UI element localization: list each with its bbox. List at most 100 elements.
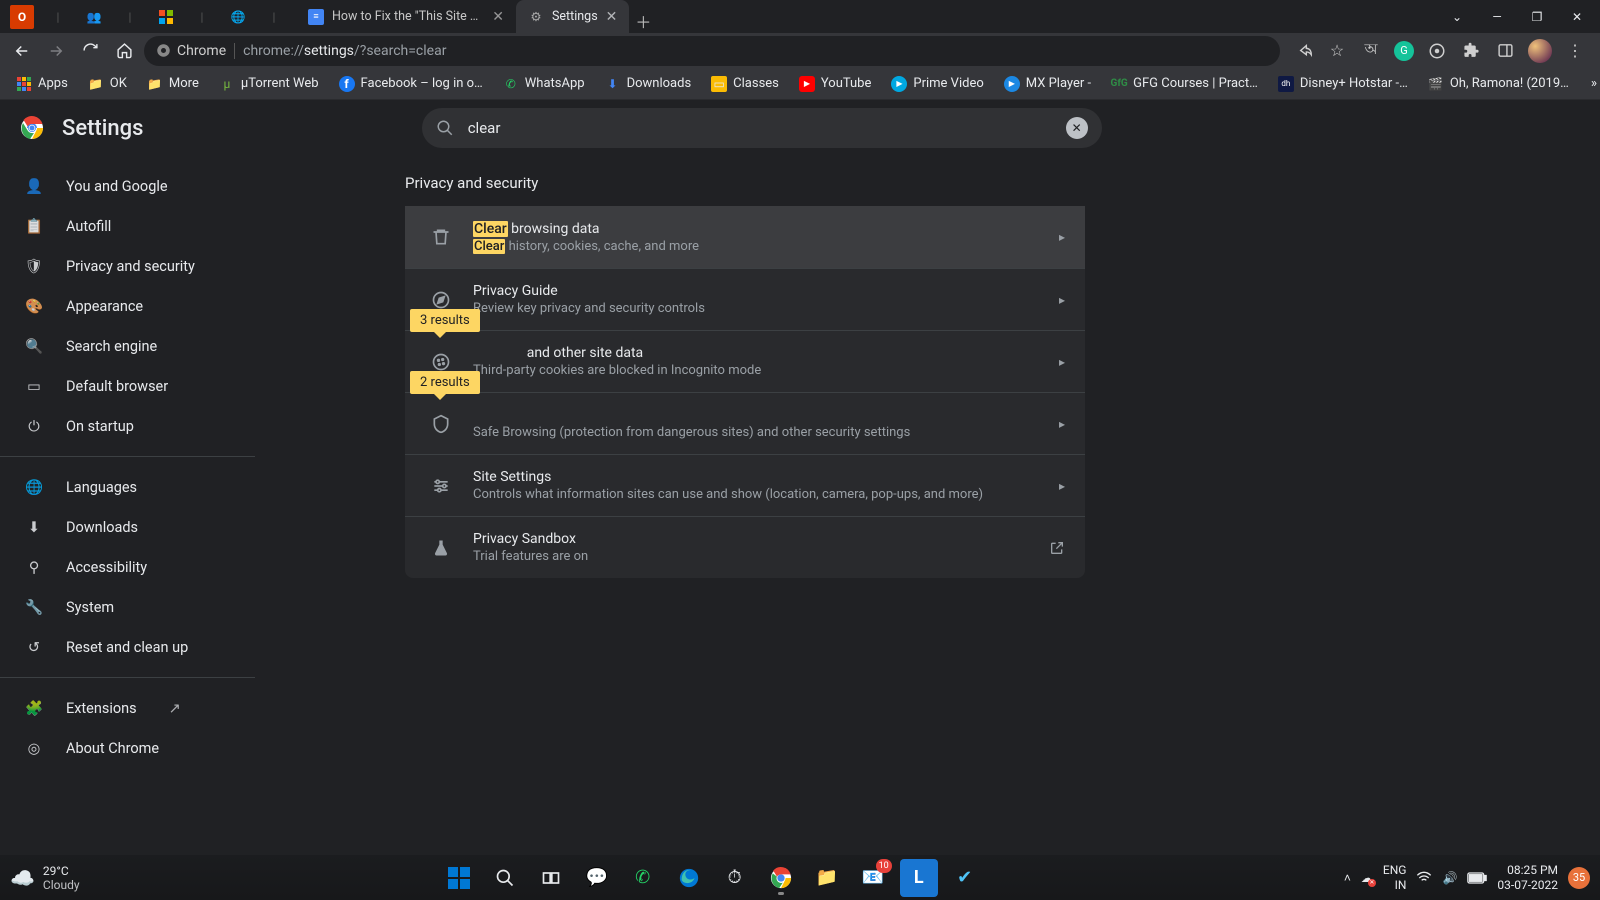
sidebar-item-autofill[interactable]: 📋Autofill (0, 206, 255, 246)
sidebar-item-search-engine[interactable]: 🔍Search engine (0, 326, 255, 366)
bookmark-facebook[interactable]: fFacebook – log in o… (331, 70, 491, 98)
bookmark-classes[interactable]: ▭Classes (703, 70, 787, 98)
share-icon[interactable] (1292, 40, 1314, 62)
tab-docs[interactable]: ≡ How to Fix the "This Site Can't Be ✕ (296, 0, 516, 33)
bookmark-oh-ramona[interactable]: 🎬Oh, Ramona! (2019… (1420, 70, 1577, 98)
todo-icon[interactable]: ✔ (946, 859, 984, 897)
tab-label: Settings (552, 9, 598, 24)
extension-icon[interactable] (1426, 40, 1448, 62)
menu-dots-icon[interactable]: ⋮ (1564, 40, 1586, 62)
app-l-icon[interactable]: L (900, 859, 938, 897)
opera-icon[interactable]: ⏱ (716, 859, 754, 897)
row-security[interactable]: 2 results Security Safe Browsing (protec… (405, 392, 1085, 454)
settings-header: Settings ✕ (0, 100, 1600, 156)
app-icon-teams[interactable]: 👥 (82, 5, 106, 29)
chrome-icon (20, 116, 44, 140)
close-window-button[interactable]: ✕ (1558, 1, 1596, 33)
chrome-taskbar-icon[interactable] (762, 859, 800, 897)
sidebar-item-about[interactable]: ◎About Chrome (0, 728, 255, 768)
chrome-icon (156, 43, 171, 58)
whatsapp-icon[interactable]: ✆ (624, 859, 662, 897)
battery-icon[interactable] (1467, 872, 1487, 884)
sidebar-item-accessibility[interactable]: ⚲Accessibility (0, 547, 255, 587)
row-clear-browsing-data[interactable]: Clear browsing data Clear history, cooki… (405, 206, 1085, 268)
bookmark-gfg[interactable]: GfGGFG Courses | Pract… (1103, 70, 1266, 98)
sidebar-item-system[interactable]: 🔧System (0, 587, 255, 627)
bookmark-downloads[interactable]: ⬇Downloads (597, 70, 700, 98)
chevron-right-icon: ▸ (1059, 479, 1065, 493)
onedrive-icon[interactable]: ☁✕ (1361, 871, 1373, 885)
tray-chevron-icon[interactable]: ˄ (1344, 871, 1351, 885)
row-subtitle: Third-party cookies are blocked in Incog… (473, 363, 1059, 378)
clear-search-button[interactable]: ✕ (1066, 117, 1088, 139)
gdocs-icon: ≡ (308, 9, 324, 25)
home-button[interactable] (110, 37, 138, 65)
notification-badge[interactable]: 35 (1568, 867, 1590, 889)
profile-avatar[interactable] (1528, 39, 1552, 63)
bookmark-youtube[interactable]: ▶YouTube (791, 70, 880, 98)
divider: | (190, 5, 214, 29)
address-bar[interactable]: Chrome chrome://settings/?search=clear (144, 36, 1280, 66)
sidebar-item-on-startup[interactable]: ⏻On startup (0, 406, 255, 446)
bookmarks-overflow[interactable]: » (1585, 70, 1600, 98)
maximize-button[interactable]: ❐ (1518, 1, 1556, 33)
back-button[interactable] (8, 37, 36, 65)
tab-search-button[interactable]: ⌄ (1438, 1, 1476, 33)
sidepanel-icon[interactable] (1494, 40, 1516, 62)
task-view-button[interactable] (532, 859, 570, 897)
row-site-settings[interactable]: Site Settings Controls what information … (405, 454, 1085, 516)
volume-icon[interactable]: 🔊 (1442, 871, 1457, 885)
translate-icon[interactable]: অ (1360, 40, 1382, 62)
close-icon[interactable]: ✕ (492, 9, 504, 25)
cloud-icon: ☁️ (10, 866, 35, 890)
extension-grammarly-icon[interactable]: G (1394, 41, 1414, 61)
app-icon-office[interactable]: O (10, 5, 34, 29)
bookmark-star-icon[interactable]: ☆ (1326, 40, 1348, 62)
divider: | (46, 5, 70, 29)
bookmark-utorrent[interactable]: µμTorrent Web (211, 70, 327, 98)
reload-button[interactable] (76, 37, 104, 65)
divider: | (118, 5, 142, 29)
bookmark-prime-video[interactable]: ▶Prime Video (883, 70, 991, 98)
mail-icon[interactable]: 📧10 (854, 859, 892, 897)
row-privacy-sandbox[interactable]: Privacy Sandbox Trial features are on (405, 516, 1085, 578)
bookmark-apps[interactable]: Apps (8, 70, 76, 98)
sidebar-item-downloads[interactable]: ⬇Downloads (0, 507, 255, 547)
row-cookies[interactable]: 3 results Cookies and other site data Th… (405, 330, 1085, 392)
tab-settings[interactable]: ⚙ Settings ✕ (516, 0, 629, 33)
extensions-puzzle-icon[interactable] (1460, 40, 1482, 62)
minimize-button[interactable]: ― (1478, 1, 1516, 33)
start-button[interactable] (440, 859, 478, 897)
close-icon[interactable]: ✕ (606, 9, 618, 25)
wifi-icon[interactable] (1416, 870, 1432, 886)
sidebar-item-extensions[interactable]: 🧩Extensions↗ (0, 688, 255, 728)
sidebar-item-appearance[interactable]: 🎨Appearance (0, 286, 255, 326)
teams-icon[interactable]: 💬 (578, 859, 616, 897)
utorrent-icon: µ (219, 76, 235, 92)
privacy-card: Clear browsing data Clear history, cooki… (405, 206, 1085, 578)
app-icon-globe[interactable]: 🌐 (226, 5, 250, 29)
sidebar-item-languages[interactable]: 🌐Languages (0, 467, 255, 507)
file-explorer-icon[interactable]: 📁 (808, 859, 846, 897)
edge-icon[interactable] (670, 859, 708, 897)
sidebar-item-reset[interactable]: ↺Reset and clean up (0, 627, 255, 667)
settings-search-box[interactable]: ✕ (422, 108, 1102, 148)
mxplayer-icon: ▶ (1004, 76, 1020, 92)
forward-button[interactable] (42, 37, 70, 65)
row-privacy-guide[interactable]: Privacy Guide Review key privacy and sec… (405, 268, 1085, 330)
settings-search-input[interactable] (468, 119, 1052, 137)
sidebar-item-privacy[interactable]: 🛡Privacy and security (0, 246, 255, 286)
search-button[interactable] (486, 859, 524, 897)
sidebar-item-default-browser[interactable]: ▭Default browser (0, 366, 255, 406)
bookmark-more[interactable]: 📁More (139, 70, 207, 98)
bookmark-hotstar[interactable]: dhDisney+ Hotstar -… (1270, 70, 1416, 98)
language-indicator[interactable]: ENG IN (1383, 863, 1407, 892)
bookmark-whatsapp[interactable]: ✆WhatsApp (495, 70, 593, 98)
clock[interactable]: 08:25 PM 03-07-2022 (1497, 863, 1558, 892)
sidebar-item-you-and-google[interactable]: 👤You and Google (0, 166, 255, 206)
bookmark-mxplayer[interactable]: ▶MX Player - (996, 70, 1099, 98)
new-tab-button[interactable]: ＋ (629, 9, 657, 33)
app-icon-microsoft[interactable] (154, 5, 178, 29)
bookmark-ok[interactable]: 📁OK (80, 70, 135, 98)
weather-widget[interactable]: ☁️ 29°C Cloudy (10, 864, 80, 892)
